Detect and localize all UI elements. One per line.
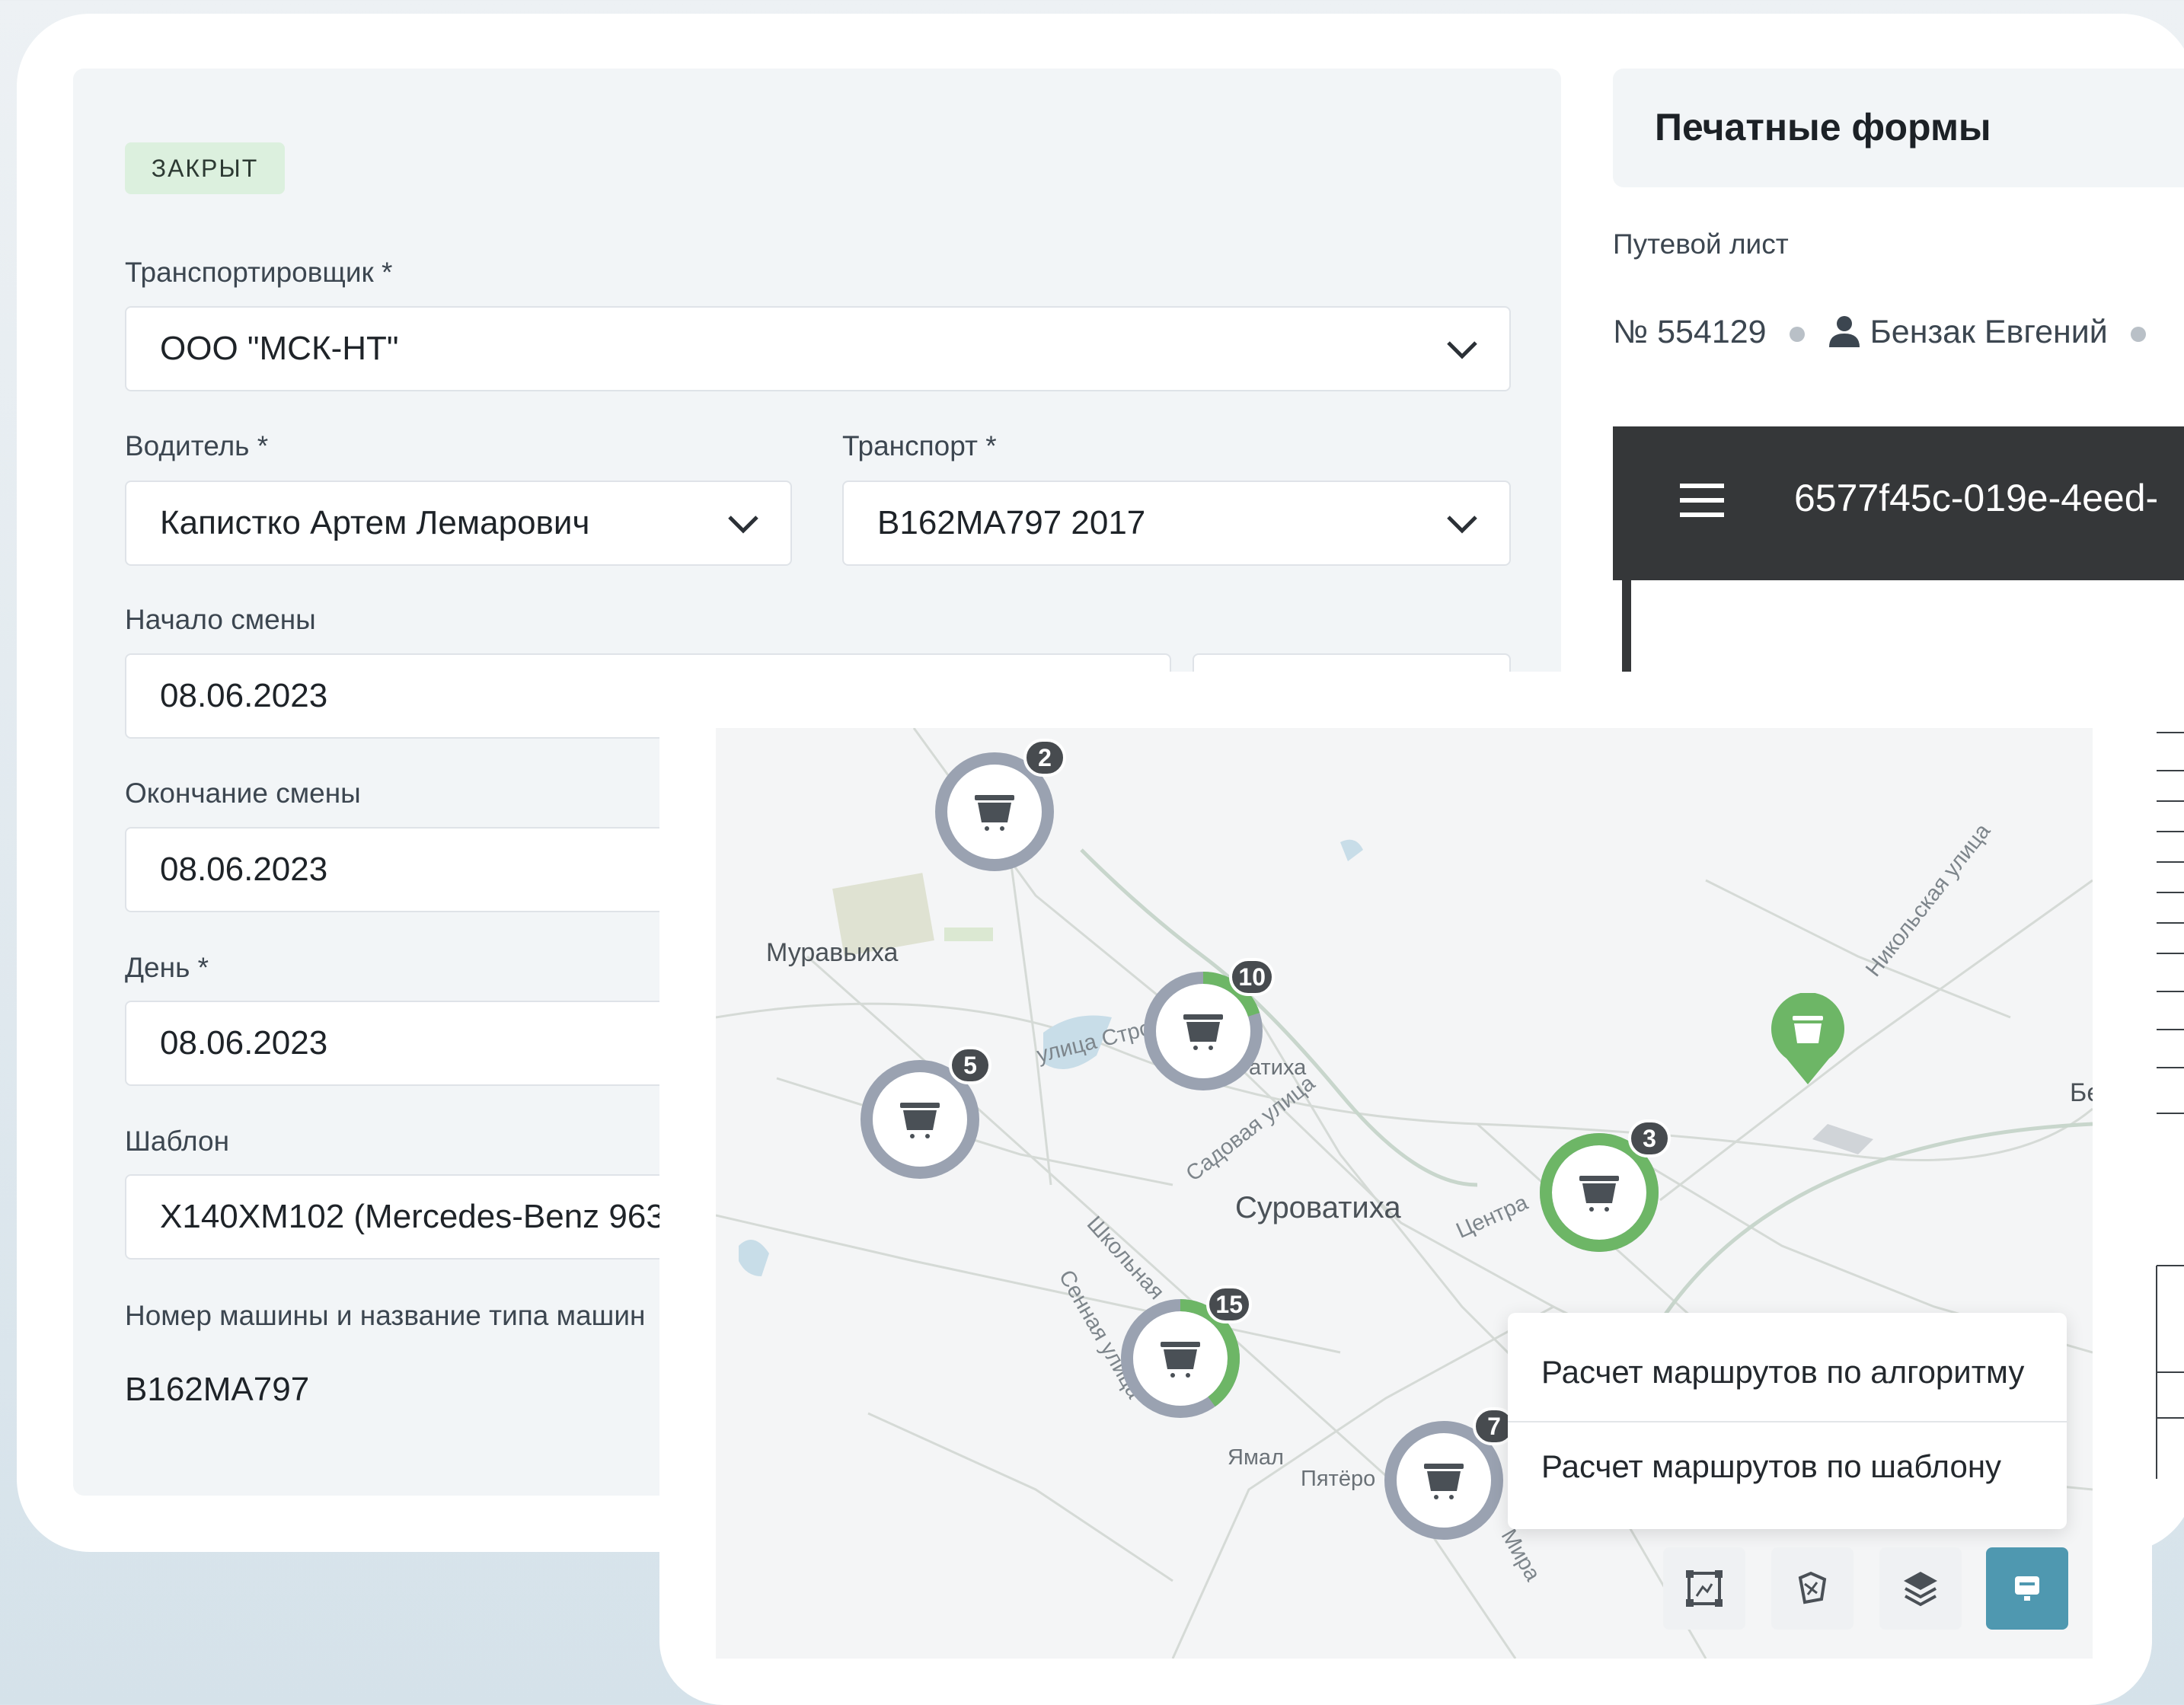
separator-dot <box>1789 326 1805 342</box>
driver-select-value: Капистко Артем Лемарович <box>160 504 590 541</box>
chevron-down-icon <box>1447 341 1477 359</box>
status-badge: ЗАКРЫТ <box>125 142 285 194</box>
waybill-label: Путевой лист <box>1613 228 1789 260</box>
chevron-down-icon <box>1447 516 1477 534</box>
trash-bin-icon <box>1553 1147 1645 1238</box>
cluster-count-badge: 15 <box>1206 1285 1252 1323</box>
map-label-yamal: Ямал <box>1228 1445 1284 1470</box>
carrier-label: Транспортировщик * <box>125 257 393 288</box>
cluster-count-badge: 5 <box>949 1046 991 1084</box>
separator-dot <box>2130 326 2146 342</box>
shift-end-value: 08.06.2023 <box>160 851 328 888</box>
cluster-count-badge: 10 <box>1229 958 1275 996</box>
map-polygon-icon <box>1798 1571 1827 1604</box>
day-label: День * <box>125 952 209 983</box>
driver-label: Водитель * <box>125 430 269 461</box>
vehicle-name-value: В162МА797 <box>125 1371 310 1408</box>
map-label-be: Бе <box>2070 1078 2093 1107</box>
chevron-down-icon <box>728 516 758 534</box>
cluster-count-badge: 3 <box>1628 1119 1671 1157</box>
cluster-count-badge: 2 <box>1023 739 1066 777</box>
map-cluster[interactable]: 2 <box>934 739 1066 873</box>
day-value: 08.06.2023 <box>160 1024 328 1062</box>
map-cluster[interactable]: 5 <box>859 1046 991 1180</box>
layers-icon <box>1904 1572 1937 1607</box>
trash-bin-icon <box>949 766 1040 857</box>
trash-bin-icon <box>1135 1313 1226 1404</box>
truck-icon <box>2015 1576 2039 1601</box>
user-icon <box>1828 316 1860 347</box>
transport-select[interactable]: В162МА797 2017 <box>842 481 1511 566</box>
map-cluster[interactable]: 10 <box>1142 958 1275 1092</box>
template-label: Шаблон <box>125 1125 230 1157</box>
shift-end-label: Окончание смены <box>125 777 361 809</box>
map-label-surovatikha: Суроватиха <box>1235 1191 1401 1224</box>
map-cluster[interactable]: 15 <box>1119 1285 1252 1419</box>
trash-bin-icon <box>1398 1435 1490 1526</box>
waybill-number: № 554129 <box>1613 314 1767 350</box>
map-cluster[interactable]: 3 <box>1538 1119 1671 1253</box>
map-label-muravikha: Муравьиха <box>766 938 899 967</box>
shift-start-value: 08.06.2023 <box>160 677 328 714</box>
vehicle-name-label: Номер машины и название типа машин <box>125 1300 646 1331</box>
transport-select-value: В162МА797 2017 <box>877 504 1146 541</box>
map-cluster[interactable]: 7 <box>1383 1407 1515 1541</box>
trash-bin-icon <box>874 1074 966 1165</box>
select-area-button[interactable] <box>1663 1547 1745 1630</box>
waybill-person[interactable]: Бензак Евгений <box>1870 314 2108 350</box>
carrier-select-value: ООО "МСК-НТ" <box>160 330 399 367</box>
layers-button[interactable] <box>1879 1547 1962 1630</box>
truck-route-button[interactable] <box>1986 1547 2068 1630</box>
menu-divider <box>1508 1421 2067 1422</box>
map-marker-pin[interactable] <box>1770 993 1846 1087</box>
menu-item-by-algorithm[interactable]: Расчет маршрутов по алгоритму <box>1541 1354 2024 1391</box>
select-area-icon <box>1686 1570 1723 1607</box>
trash-bin-icon <box>1157 985 1249 1077</box>
waybill-info-row: № 554129 Бензак Евгений <box>1613 314 2169 351</box>
print-forms-title: Печатные формы <box>1655 106 1991 148</box>
transport-label: Транспорт * <box>842 430 997 461</box>
template-value: Х140ХМ102 (Mercedes-Benz 963 <box>160 1198 665 1235</box>
map-label-pyatyoro: Пятёро <box>1301 1467 1376 1491</box>
carrier-select[interactable]: ООО "МСК-НТ" <box>125 306 1511 391</box>
driver-select[interactable]: Капистко Артем Лемарович <box>125 481 792 566</box>
shift-start-label: Начало смены <box>125 604 316 635</box>
document-id: 6577f45c-019e-4eed- <box>1794 477 2159 519</box>
route-calculation-menu: Расчет маршрутов по алгоритму Расчет мар… <box>1508 1313 2067 1529</box>
menu-item-by-template[interactable]: Расчет маршрутов по шаблону <box>1541 1448 2001 1485</box>
menu-icon[interactable] <box>1680 482 1724 519</box>
map-polygon-button[interactable] <box>1771 1547 1854 1630</box>
